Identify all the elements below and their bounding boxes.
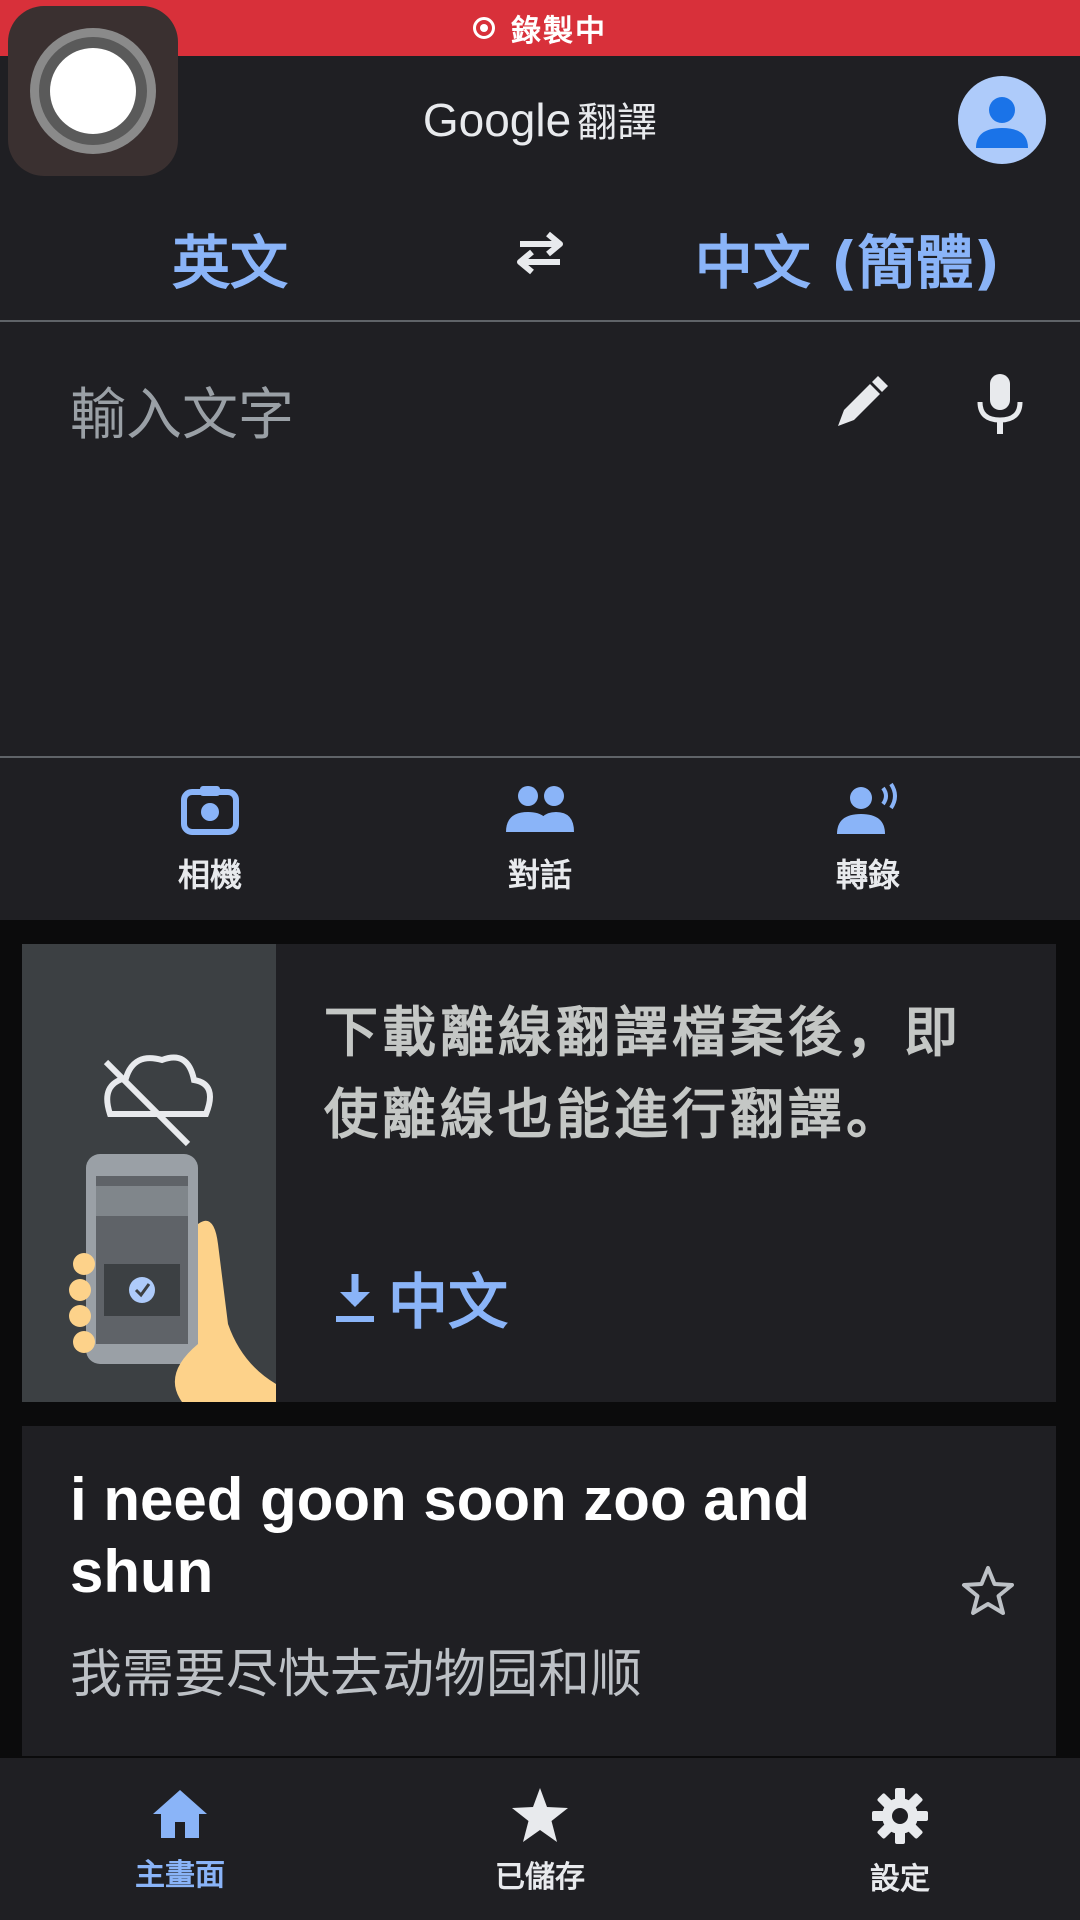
record-icon <box>473 17 495 39</box>
input-tools-row: 相機 對話 轉錄 <box>0 758 1080 920</box>
conversation-tool-button[interactable]: 對話 <box>440 782 640 896</box>
handwriting-pen-icon[interactable] <box>830 374 890 434</box>
people-icon <box>506 786 574 832</box>
nav-saved-label: 已儲存 <box>495 1860 585 1895</box>
history-item[interactable]: i need goon soon zoo and shun 我需要尽快去动物园和… <box>22 1426 1056 1756</box>
camera-tool-label: 相機 <box>177 856 242 894</box>
assistive-touch-button[interactable] <box>8 6 178 176</box>
offline-download-card: 下載離線翻譯檔案後，即使離線也能進行翻譯。 中文 <box>22 944 1056 1402</box>
bottom-navigation: 主畫面 已儲存 設定 <box>0 1758 1080 1920</box>
target-language-button[interactable]: 中文 (簡體) <box>695 216 1000 300</box>
conversation-tool-label: 對話 <box>507 856 572 894</box>
source-language-button[interactable]: 英文 <box>172 216 288 300</box>
text-input-placeholder[interactable]: 輸入文字 <box>70 370 294 451</box>
offline-phone-illustration <box>22 944 276 1402</box>
download-icon <box>336 1273 374 1322</box>
nav-settings-label: 設定 <box>870 1862 930 1897</box>
home-icon <box>153 1790 207 1838</box>
gear-icon <box>872 1788 928 1844</box>
swap-languages-icon[interactable] <box>510 228 570 278</box>
offline-message: 下載離線翻譯檔案後，即使離線也能進行翻譯。 <box>324 1001 962 1146</box>
nav-saved[interactable]: 已儲存 <box>430 1786 650 1896</box>
camera-tool-button[interactable]: 相機 <box>110 782 310 896</box>
offline-illustration-icon <box>69 1054 276 1402</box>
microphone-icon[interactable] <box>972 372 1028 436</box>
history-source-text: i need goon soon zoo and shun <box>70 1466 810 1605</box>
download-language-label: 中文 <box>388 1268 508 1338</box>
nav-home-label: 主畫面 <box>135 1858 225 1893</box>
brand-name: Google <box>422 94 572 146</box>
save-star-icon[interactable] <box>958 1562 1018 1622</box>
person-icon <box>976 97 1028 148</box>
history-translation-text: 我需要尽快去动物园和顺 <box>70 1645 643 1705</box>
language-selector-bar: 英文 中文 (簡體) <box>0 184 1080 322</box>
transcribe-tool-label: 轉錄 <box>835 856 900 894</box>
product-name: 翻譯 <box>577 100 658 146</box>
recording-label: 錄製中 <box>511 14 607 49</box>
download-offline-language-button[interactable]: 中文 <box>332 1254 508 1341</box>
nav-home[interactable]: 主畫面 <box>70 1786 290 1894</box>
text-input-area[interactable]: 輸入文字 <box>0 322 1080 758</box>
camera-icon <box>181 786 239 835</box>
nav-settings[interactable]: 設定 <box>790 1786 1010 1898</box>
transcribe-icon <box>837 782 897 834</box>
star-icon <box>512 1788 568 1842</box>
account-avatar[interactable] <box>958 76 1046 164</box>
transcribe-tool-button[interactable]: 轉錄 <box>768 782 968 896</box>
